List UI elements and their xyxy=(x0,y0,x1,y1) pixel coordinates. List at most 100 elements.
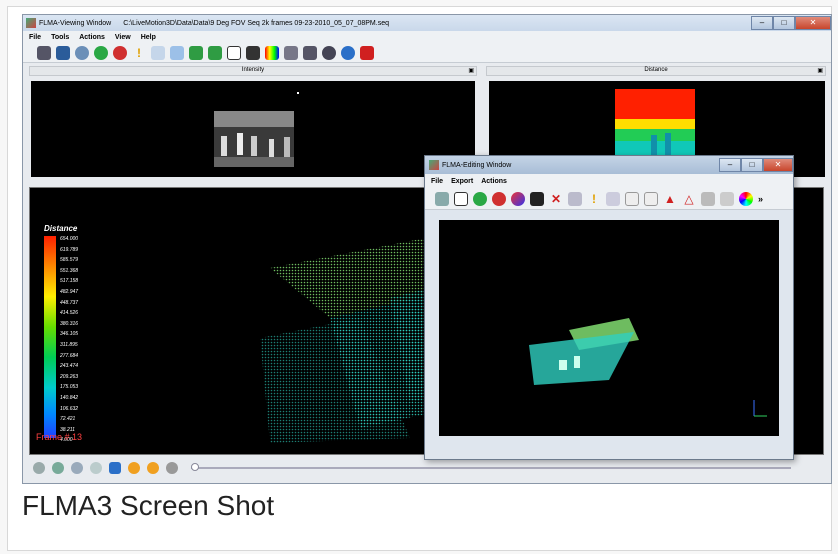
speed-icon[interactable] xyxy=(166,462,178,474)
cube-icon[interactable] xyxy=(454,191,468,206)
remove-icon[interactable] xyxy=(113,45,127,60)
skip-back-icon[interactable] xyxy=(52,462,64,474)
save-icon[interactable] xyxy=(56,45,70,60)
app-icon xyxy=(26,18,36,28)
globe-icon[interactable] xyxy=(75,45,89,60)
triangle-fill-icon[interactable]: ▲ xyxy=(663,192,677,206)
maximize-panel-icon[interactable]: ▣ xyxy=(468,67,474,74)
timeline-slider[interactable] xyxy=(191,463,791,471)
maximize-button[interactable]: □ xyxy=(773,16,795,30)
record-icon[interactable] xyxy=(33,462,45,474)
intensity-panel-header: Intensity ▣ xyxy=(29,66,477,76)
file-path: C:\LiveMotion3D\Data\Data\9 Deg FOV Seq … xyxy=(123,19,389,27)
legend-value: 106.632 xyxy=(60,405,79,412)
maximize-button[interactable]: □ xyxy=(741,158,763,172)
viewing-window-titlebar: FLMA-Viewing Window C:\LiveMotion3D\Data… xyxy=(23,15,831,31)
color-map-icon[interactable] xyxy=(265,45,279,60)
maximize-panel-icon[interactable]: ▣ xyxy=(817,67,823,74)
legend-value: 380.316 xyxy=(60,320,79,327)
legend-value: 619.789 xyxy=(60,246,79,253)
minimize-button[interactable]: – xyxy=(751,16,773,30)
more-tools-button[interactable]: » xyxy=(758,194,763,204)
select-icon[interactable] xyxy=(530,191,544,206)
menu-file[interactable]: File xyxy=(431,178,443,185)
intensity-view xyxy=(31,81,475,177)
undo-icon[interactable] xyxy=(568,191,582,206)
close-button[interactable]: ✕ xyxy=(795,16,831,30)
film-icon[interactable] xyxy=(303,45,317,60)
rotate-left-icon[interactable] xyxy=(189,45,203,60)
menu-view[interactable]: View xyxy=(115,34,131,41)
app-icon xyxy=(429,160,439,170)
gear-icon[interactable] xyxy=(435,191,449,206)
legend-value: 209.263 xyxy=(60,373,79,380)
editing-window-titlebar: FLMA-Editing Window – □ ✕ xyxy=(425,156,793,174)
menubar: File Tools Actions View Help xyxy=(23,31,831,43)
distance-panel-header: Distance ▣ xyxy=(486,66,826,76)
legend-value: 277.684 xyxy=(60,352,79,359)
menu-tools[interactable]: Tools xyxy=(51,34,69,41)
editing-menubar: File Export Actions xyxy=(425,174,793,188)
warning-icon[interactable]: ! xyxy=(132,46,146,60)
legend-value: 346.105 xyxy=(60,331,79,338)
rotate-right-icon[interactable] xyxy=(208,45,222,60)
info-icon[interactable] xyxy=(341,45,355,60)
arrow-right-icon[interactable] xyxy=(170,45,184,60)
add-icon[interactable] xyxy=(94,45,108,60)
editing-window-controls: – □ ✕ xyxy=(719,158,793,172)
legend-value: 140.842 xyxy=(60,394,79,401)
power-icon[interactable] xyxy=(360,45,374,60)
editing-window-title: FLMA-Editing Window xyxy=(442,161,512,169)
remove-icon[interactable] xyxy=(492,191,506,206)
intensity-label: Intensity xyxy=(241,67,265,73)
intensity-image xyxy=(214,92,299,167)
step-back-icon[interactable] xyxy=(71,462,83,474)
legend-value: 448.737 xyxy=(60,299,79,306)
prev-frame-icon[interactable] xyxy=(128,462,140,474)
pause-button[interactable] xyxy=(109,462,121,474)
legend-value: 585.579 xyxy=(60,257,79,264)
legend-value: 517.158 xyxy=(60,278,79,285)
editing-toolbar: ✕ ! ▲ △ » xyxy=(425,188,793,210)
minimize-button[interactable]: – xyxy=(719,158,741,172)
menu-file[interactable]: File xyxy=(29,34,41,41)
eraser-icon[interactable] xyxy=(701,191,715,206)
arrow-up-icon[interactable] xyxy=(151,45,165,60)
settings-icon[interactable] xyxy=(322,45,336,60)
add-icon[interactable] xyxy=(473,191,487,206)
triangle-outline-icon[interactable]: △ xyxy=(682,192,696,206)
legend-value: 482.947 xyxy=(60,288,79,295)
menu-actions[interactable]: Actions xyxy=(79,34,105,41)
grid-icon[interactable] xyxy=(284,45,298,60)
editing-3d-view[interactable] xyxy=(439,220,779,436)
legend-value: 654.000 xyxy=(60,236,79,242)
mesh-icon[interactable] xyxy=(625,191,639,206)
delete-icon[interactable]: ✕ xyxy=(549,192,563,206)
legend-value: 311.895 xyxy=(60,341,78,348)
editing-window: FLMA-Editing Window – □ ✕ File Export Ac… xyxy=(424,155,794,460)
legend-value: 175.053 xyxy=(60,384,79,391)
mesh-alt-icon[interactable] xyxy=(644,191,658,206)
next-frame-icon[interactable] xyxy=(147,462,159,474)
color-icon[interactable] xyxy=(511,191,525,206)
stop-icon[interactable] xyxy=(90,462,102,474)
open-icon[interactable] xyxy=(37,45,51,60)
filter-icon[interactable] xyxy=(606,191,620,206)
camera-icon[interactable] xyxy=(246,45,260,60)
menu-actions[interactable]: Actions xyxy=(481,178,507,185)
close-button[interactable]: ✕ xyxy=(763,158,793,172)
menu-help[interactable]: Help xyxy=(141,34,156,41)
timeline-knob[interactable] xyxy=(191,463,199,471)
frame-number: Frame # 13 xyxy=(36,432,83,442)
legend-values: 654.000 619.789 585.579 551.368 517.158 … xyxy=(60,234,78,446)
warning-icon[interactable]: ! xyxy=(587,192,601,206)
cube-icon[interactable] xyxy=(227,45,241,60)
main-toolbar: ! xyxy=(23,43,831,63)
menu-export[interactable]: Export xyxy=(451,178,473,185)
smooth-icon[interactable] xyxy=(720,191,734,206)
color-wheel-icon[interactable] xyxy=(739,191,753,206)
caption: FLMA3 Screen Shot xyxy=(22,490,275,521)
legend-value: 551.368 xyxy=(60,267,79,274)
distance-label: Distance xyxy=(644,67,668,73)
playback-bar xyxy=(29,457,824,479)
